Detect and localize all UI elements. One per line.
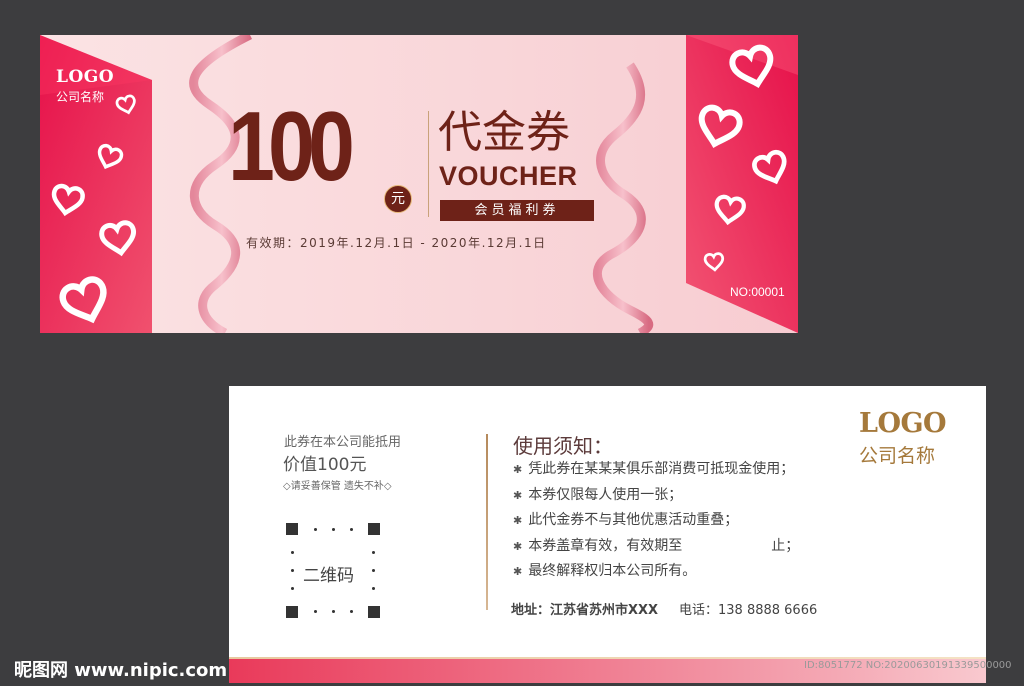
voucher-title-en: VOUCHER	[439, 161, 578, 191]
voucher-number: NO:00001	[730, 285, 785, 299]
star-icon: ✱	[513, 488, 523, 502]
validity-period: 有效期：2019年.12月.1日 - 2020年.12月.1日	[246, 236, 547, 250]
front-logo: LOGO	[56, 67, 115, 87]
front-company-name: 公司名称	[56, 90, 105, 104]
front-decoration	[40, 35, 798, 333]
star-icon: ✱	[513, 565, 523, 578]
voucher-back: 此券在本公司能抵用 价值100元 ◇请妥善保管 遗失不补◇ 二维码 使用须知： …	[229, 386, 986, 683]
qr-code-label: 二维码	[303, 566, 354, 586]
usage-line-1: 此券在本公司能抵用	[284, 435, 402, 450]
back-divider	[486, 434, 488, 610]
voucher-front: LOGO 公司名称 100 元 代金券 VOUCHER 会员福利券 有效期：20…	[40, 35, 798, 333]
phone: 电话：138 8888 6666	[679, 603, 818, 618]
address: 地址：江苏省苏州市XXX	[511, 603, 659, 618]
currency-badge: 元	[384, 185, 412, 213]
watermark-site: 昵图网 www.nipic.com	[14, 660, 228, 681]
notice-item: ✱ 最终解释权归本公司所有。	[513, 563, 697, 579]
voucher-title-cn: 代金券	[438, 107, 570, 158]
qr-code-placeholder: 二维码	[286, 523, 380, 618]
notice-item: ✱ 此代金券不与其他优惠活动重叠；	[513, 512, 739, 528]
star-icon: ✱	[513, 539, 523, 553]
voucher-amount: 100	[228, 91, 355, 201]
usage-value: 价值100元	[283, 455, 367, 475]
star-icon: ✱	[513, 463, 523, 476]
notice-item: ✱ 本券盖章有效，有效期至 止；	[513, 537, 800, 554]
notice-title: 使用须知：	[513, 434, 613, 458]
watermark-id: ID:8051772 NO:20200630191339500000	[804, 660, 1012, 671]
star-icon: ✱	[513, 514, 523, 527]
back-company-name: 公司名称	[859, 445, 936, 467]
keep-note: ◇请妥善保管 遗失不补◇	[283, 481, 392, 492]
back-logo: LOGO	[859, 408, 947, 439]
title-divider	[428, 111, 429, 217]
notice-item: ✱ 本券仅限每人使用一张；	[513, 486, 683, 503]
member-benefit-label: 会员福利券	[440, 200, 594, 221]
notice-item: ✱ 凭此券在某某某俱乐部消费可抵现金使用；	[513, 461, 795, 477]
notice-list: ✱ 凭此券在某某某俱乐部消费可抵现金使用； ✱ 本券仅限每人使用一张； ✱ 此代金券不…	[513, 460, 799, 588]
